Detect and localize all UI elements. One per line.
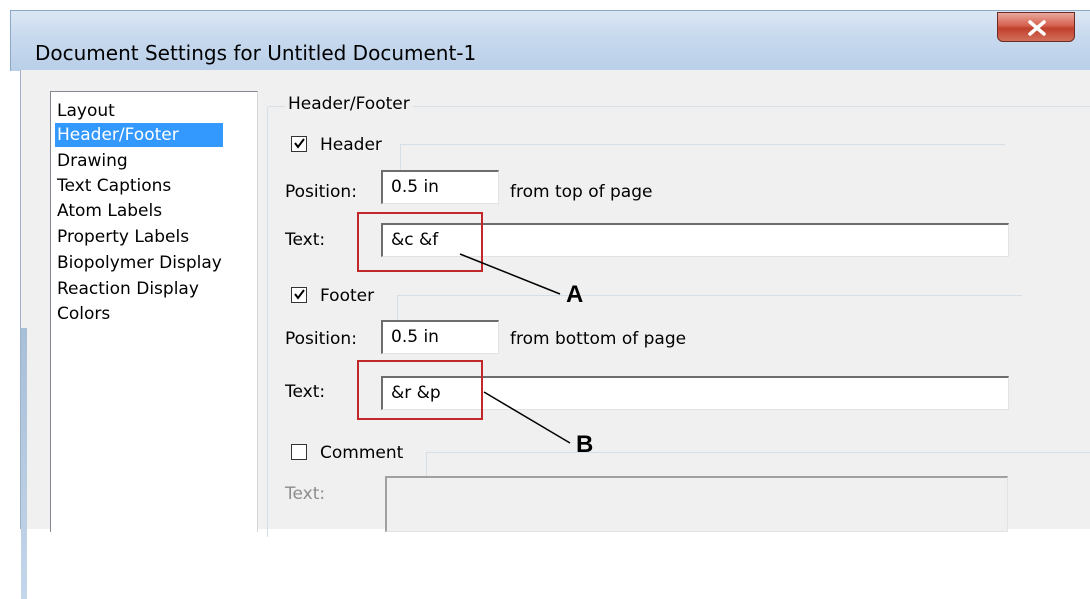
comment-checkbox[interactable] bbox=[291, 444, 307, 460]
annotation-label-a: A bbox=[566, 281, 584, 308]
close-button[interactable] bbox=[997, 12, 1075, 42]
header-text-label: Text: bbox=[285, 230, 326, 250]
sidebar-item-colors[interactable]: Colors bbox=[55, 302, 112, 326]
sidebar-item-atom-labels[interactable]: Atom Labels bbox=[55, 199, 164, 223]
sidebar-item-header-footer[interactable]: Header/Footer bbox=[55, 123, 223, 147]
footer-checkbox[interactable] bbox=[291, 287, 307, 303]
comment-separator bbox=[426, 452, 1090, 479]
window-title: Document Settings for Untitled Document-… bbox=[35, 41, 477, 65]
dialog-body: Layout Header/Footer Drawing Text Captio… bbox=[20, 70, 1090, 599]
checkmark-icon bbox=[294, 138, 305, 149]
header-checkbox[interactable] bbox=[291, 136, 307, 152]
close-x-icon bbox=[1028, 20, 1046, 36]
footer-checkbox-label[interactable]: Footer bbox=[320, 286, 374, 306]
comment-text-input bbox=[385, 476, 1008, 532]
sidebar-item-drawing[interactable]: Drawing bbox=[55, 149, 130, 173]
sidebar-item-text-captions[interactable]: Text Captions bbox=[55, 174, 173, 198]
header-position-suffix: from top of page bbox=[510, 182, 653, 202]
settings-category-list[interactable]: Layout Header/Footer Drawing Text Captio… bbox=[50, 91, 258, 532]
title-bar: Document Settings for Untitled Document-… bbox=[10, 10, 1090, 71]
comment-text-label: Text: bbox=[285, 484, 326, 504]
group-title: Header/Footer bbox=[285, 94, 413, 114]
footer-text-highlight bbox=[357, 360, 483, 420]
header-position-input[interactable]: 0.5 in bbox=[381, 170, 499, 204]
window-edge bbox=[21, 328, 27, 599]
footer-separator bbox=[397, 295, 1022, 322]
sidebar-item-biopolymer-display[interactable]: Biopolymer Display bbox=[55, 251, 224, 275]
comment-checkbox-label[interactable]: Comment bbox=[320, 443, 403, 463]
footer-position-label: Position: bbox=[285, 329, 357, 349]
header-position-label: Position: bbox=[285, 182, 357, 202]
annotation-label-b: B bbox=[576, 431, 594, 458]
header-separator bbox=[400, 144, 1005, 171]
sidebar-item-property-labels[interactable]: Property Labels bbox=[55, 225, 191, 249]
footer-position-suffix: from bottom of page bbox=[510, 329, 687, 349]
sidebar-item-layout[interactable]: Layout bbox=[55, 99, 117, 123]
sidebar-item-reaction-display[interactable]: Reaction Display bbox=[55, 277, 201, 301]
footer-position-input[interactable]: 0.5 in bbox=[381, 320, 499, 354]
checkmark-icon bbox=[294, 289, 305, 300]
header-checkbox-label[interactable]: Header bbox=[320, 135, 382, 155]
footer-text-label: Text: bbox=[285, 382, 326, 402]
header-text-highlight bbox=[357, 212, 483, 272]
